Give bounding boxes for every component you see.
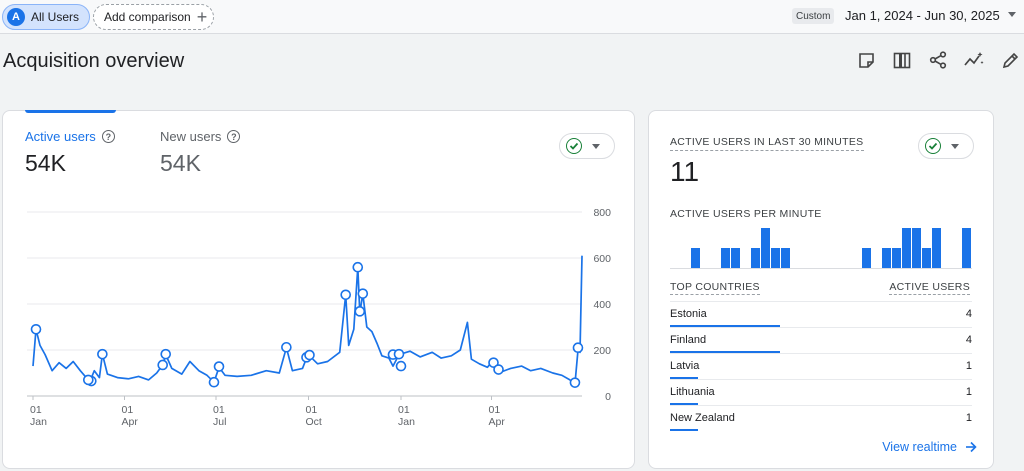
country-active-users: 1 <box>965 386 972 398</box>
country-name: New Zealand <box>670 412 735 424</box>
per-minute-bar <box>690 248 700 268</box>
x-tick-day: 01 <box>30 404 42 416</box>
country-name: Latvia <box>670 360 700 372</box>
view-realtime-label: View realtime <box>882 440 957 454</box>
annotation-marker <box>304 349 315 361</box>
annotation-marker <box>30 324 42 335</box>
date-custom-badge: Custom <box>792 8 835 24</box>
per-minute-bar <box>881 248 891 268</box>
realtime-card: ACTIVE USERS IN LAST 30 MINUTES 11 ACTIV… <box>648 110 994 469</box>
page-title: Acquisition overview <box>3 50 185 72</box>
country-row: Finland 4 <box>670 327 972 353</box>
plus-icon: + <box>196 7 208 27</box>
per-minute-bar <box>902 228 912 268</box>
active-users-line-chart: 020040060080001Jan01Apr01Jul01Oct01Jan01… <box>27 207 611 428</box>
country-active-users: 1 <box>965 412 972 424</box>
y-tick-label: 400 <box>593 299 611 311</box>
x-tick-day: 01 <box>489 404 501 416</box>
x-tick-month: Apr <box>122 416 139 428</box>
country-share-meter <box>670 429 698 431</box>
annotation-marker <box>281 341 292 353</box>
x-tick-day: 01 <box>306 404 318 416</box>
top-countries-header[interactable]: TOP COUNTRIES <box>670 281 760 295</box>
top-bar: A All Users Add comparison + Custom Jan … <box>0 0 1024 34</box>
per-minute-bar <box>962 228 972 268</box>
realtime-check-button[interactable] <box>918 133 974 159</box>
country-row: Latvia 1 <box>670 353 972 379</box>
y-tick-label: 800 <box>593 207 611 219</box>
per-minute-bar <box>912 228 922 268</box>
per-minute-bar <box>891 248 902 268</box>
country-name: Finland <box>670 334 707 346</box>
country-row: New Zealand 1 <box>670 405 972 431</box>
annotation-marker <box>393 348 405 360</box>
per-minute-bar <box>761 228 771 268</box>
active-users-header[interactable]: ACTIVE USERS <box>889 281 970 295</box>
segment-chip-label: All Users <box>31 10 80 24</box>
country-active-users: 4 <box>965 308 972 320</box>
x-tick-day: 01 <box>213 404 225 416</box>
annotation-marker <box>97 348 108 360</box>
annotation-marker <box>208 376 220 388</box>
segment-avatar-icon: A <box>7 8 25 26</box>
country-row: Lithuania 1 <box>670 379 972 405</box>
annotation-marker <box>357 288 369 299</box>
country-row: Estonia 4 <box>670 301 972 327</box>
annotation-marker <box>354 306 366 317</box>
edit-icon[interactable] <box>1000 50 1020 70</box>
x-tick-month: Jan <box>30 416 47 428</box>
arrow-right-icon <box>966 441 977 453</box>
annotation-marker <box>493 364 504 375</box>
annotation-marker <box>83 374 94 386</box>
x-tick-month: Jan <box>398 416 415 428</box>
realtime-title: ACTIVE USERS IN LAST 30 MINUTES <box>670 136 864 151</box>
per-minute-bar <box>751 248 761 268</box>
annotation-marker <box>213 361 225 372</box>
share-icon[interactable] <box>928 50 948 70</box>
y-tick-label: 200 <box>593 345 611 357</box>
compare-icon[interactable] <box>892 50 912 70</box>
x-tick-day: 01 <box>122 404 134 416</box>
insights-icon[interactable] <box>964 50 984 70</box>
add-comparison-label: Add comparison <box>104 10 191 24</box>
annotation-marker <box>569 377 581 388</box>
annotation-marker <box>352 261 364 273</box>
country-active-users: 4 <box>965 334 972 346</box>
per-minute-bar <box>781 248 791 268</box>
per-minute-bar <box>861 248 871 268</box>
realtime-active-users-value: 11 <box>670 156 700 187</box>
active-users-series-line <box>32 255 583 385</box>
per-minute-bar <box>922 248 932 268</box>
annotation-marker <box>572 342 584 353</box>
annotation-marker <box>157 359 169 371</box>
segment-chip-all-users[interactable]: A All Users <box>2 4 91 30</box>
per-minute-bar <box>932 228 942 268</box>
notes-icon[interactable] <box>856 50 876 70</box>
view-realtime-link[interactable]: View realtime <box>882 440 977 454</box>
annotation-marker <box>340 289 352 301</box>
annotation-marker <box>160 348 172 360</box>
y-tick-label: 0 <box>605 391 611 403</box>
per-minute-bar <box>771 248 781 268</box>
x-tick-day: 01 <box>398 404 410 416</box>
check-circle-icon <box>925 138 941 154</box>
per-minute-bar <box>730 248 740 268</box>
date-range-picker[interactable]: Jan 1, 2024 - Jun 30, 2025 <box>845 8 1000 23</box>
per-minute-bar <box>720 248 730 268</box>
per-minute-bar-chart <box>670 223 972 269</box>
x-tick-month: Oct <box>306 416 322 428</box>
country-name: Lithuania <box>670 386 715 398</box>
date-dropdown-icon[interactable] <box>1008 12 1016 17</box>
acquisition-summary-card: Active users ? 54K New users ? 54K 0 200 4… <box>2 110 635 469</box>
x-tick-month: Jul <box>213 416 226 428</box>
x-tick-month: Apr <box>489 416 506 428</box>
chevron-down-icon <box>951 143 959 149</box>
country-active-users: 1 <box>965 360 972 372</box>
annotation-marker <box>395 360 407 372</box>
per-minute-label: ACTIVE USERS PER MINUTE <box>670 208 822 220</box>
y-tick-label: 600 <box>593 253 611 265</box>
add-comparison-button[interactable]: Add comparison + <box>93 4 215 30</box>
country-name: Estonia <box>670 308 707 320</box>
